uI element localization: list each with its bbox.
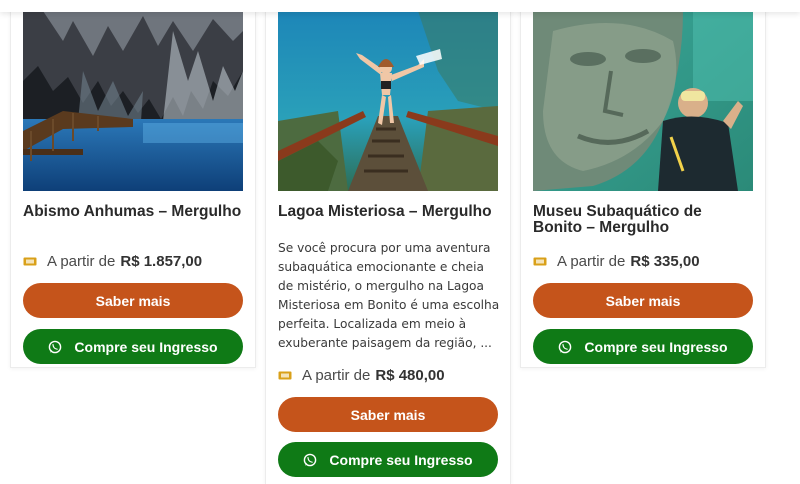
price-label: A partir de	[557, 252, 626, 270]
diver-lagoon-photo	[278, 11, 498, 191]
tour-title[interactable]: Lagoa Misteriosa – Mergulho	[278, 204, 500, 220]
whatsapp-icon	[304, 453, 317, 466]
price-value: R$ 1.857,00	[120, 252, 203, 270]
saber-mais-button[interactable]: Saber mais	[278, 397, 498, 432]
ticket-icon	[533, 257, 547, 265]
price-value: R$ 480,00	[375, 366, 445, 384]
whatsapp-icon	[49, 340, 62, 353]
underwater-statue-photo	[533, 11, 753, 191]
tour-title[interactable]: Abismo Anhumas – Mergulho	[23, 204, 245, 220]
ticket-icon	[278, 371, 292, 379]
tour-card-lagoa-misteriosa: Lagoa Misteriosa – Mergulho Se você proc…	[265, 0, 511, 484]
tour-image-abismo-anhumas[interactable]	[23, 11, 243, 191]
price-label: A partir de	[47, 252, 116, 270]
top-bar	[0, 0, 800, 12]
compre-ingresso-button[interactable]: Compre seu Ingresso	[23, 329, 243, 364]
price-value: R$ 335,00	[630, 252, 700, 270]
tour-image-lagoa-misteriosa[interactable]	[278, 11, 498, 191]
tour-image-museu-subaquatico[interactable]	[533, 11, 753, 191]
ticket-icon	[23, 257, 37, 265]
compre-ingresso-button[interactable]: Compre seu Ingresso	[278, 442, 498, 477]
price-label: A partir de	[302, 366, 371, 384]
compre-ingresso-button[interactable]: Compre seu Ingresso	[533, 329, 753, 364]
tour-title[interactable]: Museu Subaquático de Bonito – Mergulho	[533, 204, 755, 236]
price-row: A partir de R$ 1.857,00	[23, 251, 202, 271]
compre-ingresso-label: Compre seu Ingresso	[74, 338, 218, 355]
whatsapp-icon	[559, 340, 572, 353]
cave-lake-photo	[23, 11, 243, 191]
price-row: A partir de R$ 480,00	[278, 365, 445, 385]
saber-mais-button[interactable]: Saber mais	[533, 283, 753, 318]
tour-card-abismo-anhumas: Abismo Anhumas – Mergulho A partir de R$…	[10, 0, 256, 368]
compre-ingresso-label: Compre seu Ingresso	[584, 338, 728, 355]
price-row: A partir de R$ 335,00	[533, 251, 700, 271]
tour-card-museu-subaquatico: Museu Subaquático de Bonito – Mergulho A…	[520, 0, 766, 368]
tour-description: Se você procura por uma aventura subaquá…	[278, 241, 500, 350]
saber-mais-button[interactable]: Saber mais	[23, 283, 243, 318]
compre-ingresso-label: Compre seu Ingresso	[329, 451, 473, 468]
